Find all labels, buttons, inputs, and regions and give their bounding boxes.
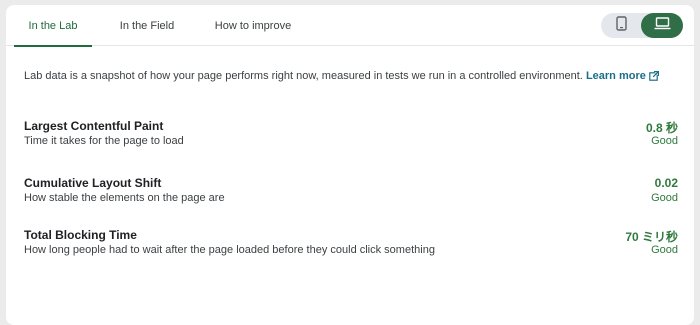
metric-largest-contentful-paint: Largest Contentful Paint Time it takes f… [24, 119, 678, 153]
mobile-device-button[interactable] [601, 13, 641, 38]
metric-description: How stable the elements on the page are [24, 192, 225, 204]
tab-in-the-field[interactable]: In the Field [108, 5, 186, 46]
metric-rating: Good [651, 192, 678, 204]
lab-data-intro: Lab data is a snapshot of how your page … [24, 70, 684, 84]
device-toggle [601, 13, 683, 38]
metric-value: 0.8 秒 [645, 121, 678, 135]
external-link-icon [649, 71, 659, 84]
metric-name: Cumulative Layout Shift [24, 176, 162, 190]
metric-rating: Good [651, 135, 678, 147]
metric-cumulative-layout-shift: Cumulative Layout Shift How stable the e… [24, 176, 678, 210]
tab-bar: In the Lab In the Field How to improve [6, 5, 694, 47]
metric-value: 70 ミリ秒 [625, 230, 678, 244]
tab-how-to-improve[interactable]: How to improve [208, 5, 298, 46]
tab-in-the-lab[interactable]: In the Lab [14, 5, 92, 47]
metric-description: Time it takes for the page to load [24, 135, 184, 147]
learn-more-label: Learn more [585, 70, 646, 82]
metric-total-blocking-time: Total Blocking Time How long people had … [24, 228, 678, 262]
lab-data-card: In the Lab In the Field How to improve L… [6, 5, 694, 325]
learn-more-link[interactable]: Learn more [586, 70, 659, 82]
metric-rating: Good [651, 244, 678, 256]
desktop-icon [654, 16, 671, 35]
metric-value: 0.02 [654, 176, 678, 190]
smartphone-icon [615, 15, 627, 36]
metric-description: How long people had to wait after the pa… [24, 244, 435, 256]
metric-name: Total Blocking Time [24, 228, 137, 242]
desktop-device-button[interactable] [641, 13, 683, 38]
intro-text: Lab data is a snapshot of how your page … [24, 70, 583, 82]
metric-name: Largest Contentful Paint [24, 119, 164, 133]
